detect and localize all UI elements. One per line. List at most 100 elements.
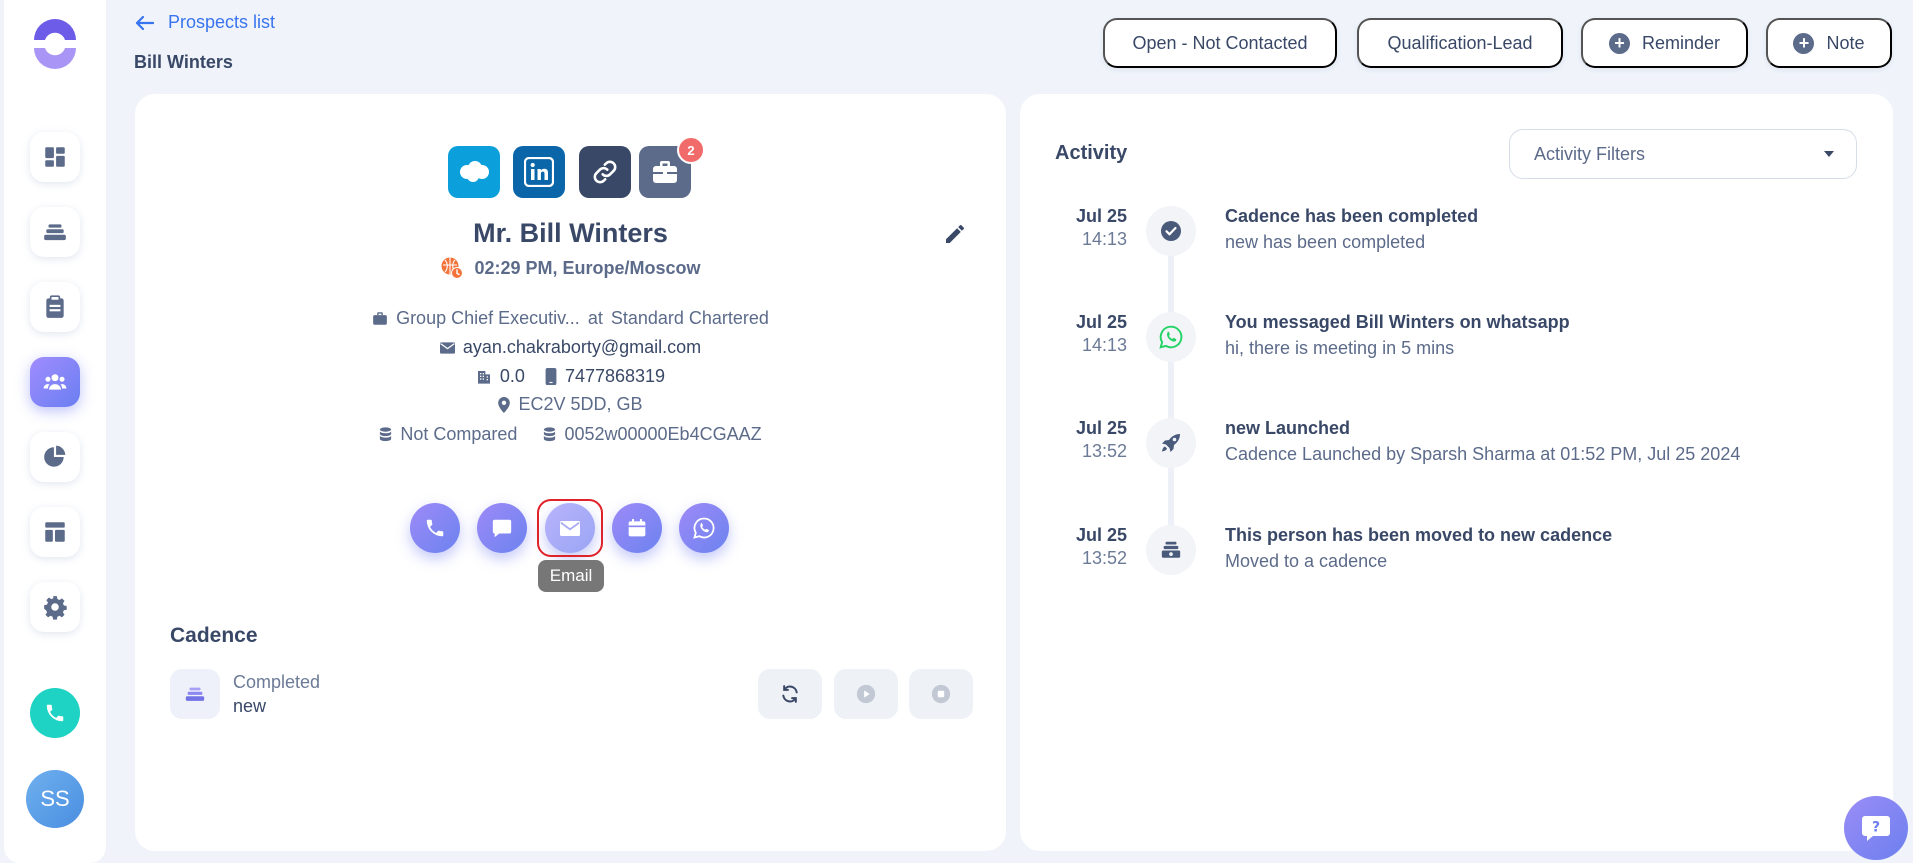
- cadence-refresh-button[interactable]: [758, 669, 822, 719]
- schedule-meeting-button[interactable]: [612, 503, 662, 553]
- whatsapp-button[interactable]: [679, 503, 729, 553]
- activity-item[interactable]: Cadence has been completed new has been …: [1225, 206, 1478, 253]
- cadence-name[interactable]: new: [233, 696, 266, 717]
- pie-chart-icon: [44, 445, 66, 467]
- people-icon: [43, 374, 67, 390]
- job-title: Group Chief Executiv...: [396, 308, 580, 328]
- cadence-stack-icon: [44, 224, 66, 241]
- activity-item[interactable]: new Launched Cadence Launched by Sparsh …: [1225, 418, 1740, 465]
- notification-badge: 2: [677, 136, 705, 164]
- help-chat-button[interactable]: ?: [1844, 796, 1908, 860]
- cadence-stop-button[interactable]: [909, 669, 973, 719]
- map-pin-icon: [498, 396, 511, 413]
- linkedin-link[interactable]: [513, 146, 565, 198]
- sidebar-item-analytics[interactable]: [30, 432, 80, 482]
- check-circle-icon: [1161, 221, 1181, 241]
- activity-item-subtitle: hi, there is meeting in 5 mins: [1225, 338, 1455, 358]
- activity-item[interactable]: You messaged Bill Winters on whatsapp hi…: [1225, 312, 1570, 359]
- timeline-line: [1168, 220, 1174, 560]
- plus-circle-icon: +: [1793, 32, 1815, 54]
- activity-icon-badge: [1146, 206, 1196, 256]
- arrow-left-icon: [135, 15, 154, 30]
- activity-time: 13:52: [1081, 548, 1127, 568]
- link-icon: [593, 160, 617, 184]
- activity-title: Activity: [1055, 142, 1128, 164]
- location-info: EC2V 5DD, GB: [135, 394, 1006, 415]
- lead-status-button[interactable]: Open - Not Contacted: [1103, 18, 1337, 68]
- prospect-profile-card: 2 Mr. Bill Winters 02:29 PM, Europe/Mosc…: [135, 94, 1006, 851]
- activity-date: Jul 25: [1075, 525, 1127, 545]
- lead-status-label: Open - Not Contacted: [1132, 32, 1308, 53]
- email-info: ayan.chakraborty@gmail.com: [135, 337, 1006, 358]
- salesforce-link[interactable]: [448, 146, 500, 198]
- at-label: at: [587, 308, 603, 328]
- caret-down-icon: [1824, 151, 1834, 157]
- app-logo[interactable]: [30, 18, 80, 70]
- prospect-full-name: Mr. Bill Winters: [473, 218, 668, 248]
- cadence-resume-button[interactable]: [834, 669, 898, 719]
- dialer-button[interactable]: [30, 688, 80, 738]
- local-time-label: 02:29 PM, Europe/Moscow: [474, 257, 701, 278]
- sidebar-item-cadences[interactable]: [30, 207, 80, 257]
- call-button[interactable]: [410, 503, 460, 553]
- sidebar-item-templates[interactable]: [30, 507, 80, 557]
- activity-timestamp: Jul 25 13:52: [1065, 525, 1127, 569]
- sidebar-item-settings[interactable]: [30, 582, 80, 632]
- user-avatar[interactable]: SS: [26, 770, 84, 828]
- activity-item-title: This person has been moved to new cadenc…: [1225, 525, 1613, 545]
- email-button-focus-ring: [537, 499, 603, 557]
- svg-text:?: ?: [1872, 820, 1880, 836]
- company-name: Standard Chartered: [610, 308, 769, 328]
- activity-item-subtitle: new has been completed: [1225, 232, 1426, 252]
- salesforce-cloud-icon: [460, 161, 489, 182]
- external-link[interactable]: [579, 146, 631, 198]
- activity-filter-dropdown[interactable]: Activity Filters: [1509, 129, 1857, 179]
- calendar-icon: [628, 518, 646, 537]
- activity-time: 13:52: [1081, 441, 1127, 461]
- linkedin-icon: [524, 157, 554, 187]
- qualification-button[interactable]: Qualification-Lead: [1357, 18, 1563, 68]
- mobile-phone[interactable]: 7477868319: [565, 366, 665, 387]
- phone-info: 0.0 7477868319: [135, 366, 1006, 387]
- sidebar-item-tasks[interactable]: [30, 282, 80, 332]
- layout-template-icon: [45, 522, 65, 542]
- sidebar-item-people[interactable]: [30, 357, 80, 407]
- database-icon: [544, 427, 556, 442]
- page-title: Bill Winters: [134, 52, 233, 72]
- crm-info: Not Compared 0052w00000Eb4CGAAZ: [135, 424, 1006, 445]
- activity-icon-badge: [1146, 525, 1196, 575]
- cadence-icon-box: [170, 669, 220, 719]
- add-note-button[interactable]: + Note: [1766, 18, 1892, 68]
- back-to-prospects-link[interactable]: Prospects list: [134, 12, 275, 33]
- briefcase-icon: [373, 312, 387, 325]
- cadence-stack-icon: [185, 687, 205, 701]
- activity-item[interactable]: This person has been moved to new cadenc…: [1225, 525, 1612, 572]
- edit-prospect-button[interactable]: [943, 222, 967, 251]
- cadence-status: Completed: [233, 672, 321, 692]
- email-tooltip: Email: [538, 560, 604, 592]
- briefcase-icon: [653, 161, 677, 183]
- cadence-section-title: Cadence: [170, 624, 258, 647]
- activity-item-subtitle: Cadence Launched by Sparsh Sharma at 01:…: [1225, 444, 1741, 464]
- activity-filter-placeholder: Activity Filters: [1534, 143, 1646, 164]
- location-label: EC2V 5DD, GB: [518, 394, 643, 414]
- tasks-clipboard-icon: [46, 295, 64, 318]
- add-reminder-button[interactable]: + Reminder: [1581, 18, 1748, 68]
- sms-button[interactable]: [477, 503, 527, 553]
- activity-card: Activity Activity Filters Jul 25 14:13 C…: [1020, 94, 1893, 851]
- activity-item-title: You messaged Bill Winters on whatsapp: [1225, 312, 1570, 332]
- activity-item-subtitle: Moved to a cadence: [1225, 551, 1388, 571]
- rocket-icon: [1162, 434, 1180, 452]
- sidebar: SS: [4, 0, 106, 863]
- dashboard-icon: [45, 147, 65, 167]
- activity-timestamp: Jul 25 13:52: [1065, 418, 1127, 462]
- company-phone[interactable]: 0.0: [500, 366, 525, 387]
- building-icon: [477, 370, 490, 384]
- sidebar-item-dashboard[interactable]: [30, 132, 80, 182]
- plus-circle-icon: +: [1608, 32, 1630, 54]
- activity-date: Jul 25: [1075, 418, 1127, 438]
- help-chat-icon: ?: [1862, 816, 1890, 841]
- activity-icon-badge: [1146, 418, 1196, 468]
- email-address[interactable]: ayan.chakraborty@gmail.com: [463, 337, 701, 358]
- phone-icon: [426, 519, 444, 537]
